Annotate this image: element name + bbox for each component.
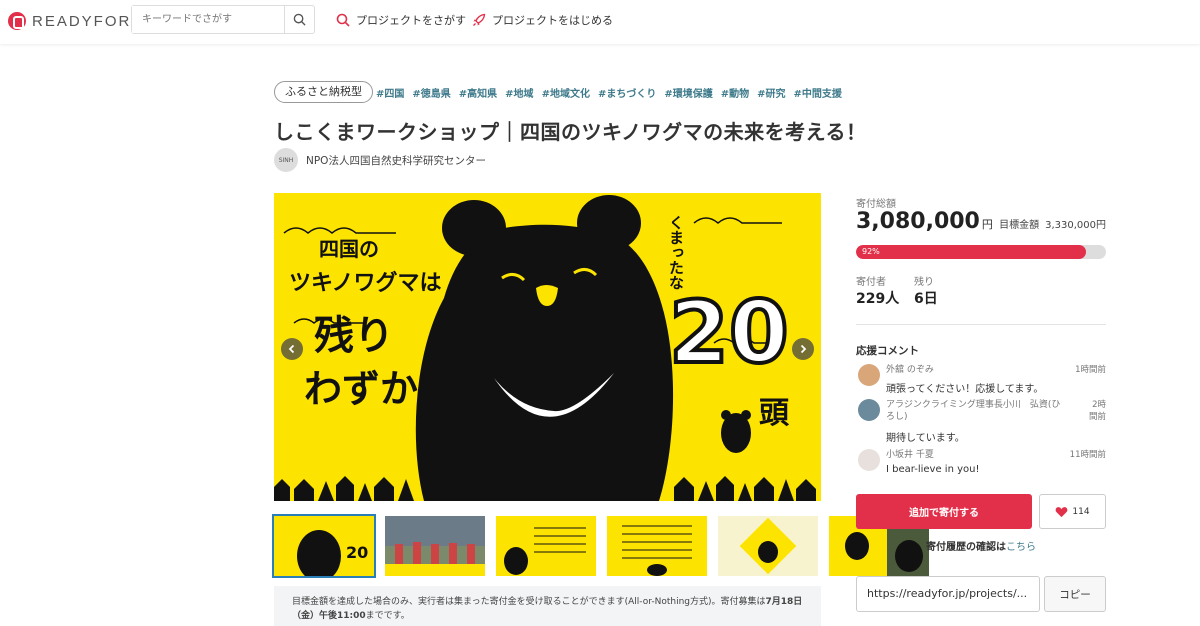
comment-author: 外舘 のぞみ bbox=[886, 365, 934, 375]
rocket-icon bbox=[473, 13, 486, 26]
comment-text: 期待しています。 bbox=[886, 433, 965, 444]
logo-text: READYFOR bbox=[32, 12, 132, 30]
chevron-left-icon bbox=[288, 344, 295, 354]
history-link[interactable]: こちら bbox=[1006, 542, 1036, 553]
supporters-value: 229人 bbox=[856, 291, 900, 307]
total-amount-row: 3,080,000 円 目標金額 3,330,000円 bbox=[856, 209, 1106, 234]
comment-item[interactable]: アラジンクライミング理事長小川 弘資(ひろし) 2時間前 期待しています。 bbox=[856, 399, 1106, 444]
comment-text: 頑張ってください！応援してます。 bbox=[886, 384, 1044, 395]
comment-item[interactable]: 小坂井 千夏 11時間前 I bear-lieve in you! bbox=[856, 449, 1106, 481]
total-amount-unit: 円 bbox=[981, 218, 993, 231]
copy-button[interactable]: コピー bbox=[1044, 576, 1106, 612]
supporters-label: 寄付者 bbox=[856, 277, 886, 288]
hero-big-number: 20 bbox=[667, 281, 791, 385]
history-label: 寄付履歴の確認は bbox=[926, 542, 1006, 553]
site-header: READYFOR プロジェクトをさがす プロジェクトをはじめる bbox=[0, 0, 1200, 44]
thumbnail-3[interactable] bbox=[496, 516, 596, 576]
progress-label: 92% bbox=[862, 247, 880, 256]
progress-track: 92% bbox=[856, 245, 1106, 259]
project-title: しこくまワークショップ｜四国のツキノワグマの未来を考える！ bbox=[274, 120, 867, 144]
thumbnail-image bbox=[739, 517, 797, 575]
hashtag-link[interactable]: #四国 bbox=[376, 85, 404, 100]
favorite-button[interactable]: 114 bbox=[1039, 494, 1106, 529]
share-url-field[interactable]: https://readyfor.jp/projects/... bbox=[856, 576, 1040, 612]
org-avatar-text: SINH bbox=[278, 156, 294, 164]
chevron-right-icon bbox=[800, 344, 807, 354]
hashtag-link[interactable]: #高知県 bbox=[459, 85, 497, 100]
hero-line-2: ツキノワグマは bbox=[289, 271, 442, 296]
progress-bar: 92% bbox=[856, 245, 1086, 259]
goal-amount-label: 目標金額 bbox=[999, 220, 1040, 231]
nav-start-project[interactable]: プロジェクトをはじめる bbox=[472, 12, 613, 28]
thumbnail-4[interactable] bbox=[607, 516, 707, 576]
search-input[interactable] bbox=[132, 6, 284, 33]
thumbnail-strip: 20 bbox=[272, 514, 929, 578]
hashtag-link[interactable]: #研究 bbox=[757, 85, 785, 100]
thumbnail-image bbox=[385, 516, 485, 576]
comments-heading: 応援コメント bbox=[856, 345, 919, 357]
goal-amount: 3,330,000円 bbox=[1045, 220, 1106, 231]
hero-image: 四国の ツキノワグマは 残り わずか くまったな 20 頭 bbox=[274, 193, 821, 501]
nav-find-label: プロジェクトをさがす bbox=[356, 14, 466, 27]
remaining-value: 6日 bbox=[914, 291, 938, 307]
thumbnail-image bbox=[622, 525, 692, 576]
hero-unit: 頭 bbox=[759, 396, 789, 431]
notice-suffix: までです。 bbox=[365, 611, 410, 621]
readyfor-logo[interactable]: READYFOR bbox=[8, 12, 131, 30]
nav-find-projects[interactable]: プロジェクトをさがす bbox=[336, 12, 466, 28]
hashtag-link[interactable]: #中間支援 bbox=[794, 85, 842, 100]
comment-item[interactable]: 外舘 のぞみ 1時間前 頑張ってください！応援してます。 bbox=[856, 364, 1106, 396]
thumbnail-image bbox=[504, 527, 586, 575]
hashtag-list: #四国 #徳島県 #高知県 #地域 #地域文化 #まちづくり #環境保護 #動物… bbox=[376, 85, 842, 100]
remaining-label: 残り bbox=[914, 277, 934, 288]
heart-icon bbox=[1056, 506, 1068, 517]
avatar bbox=[858, 449, 880, 471]
hashtag-link[interactable]: #地域文化 bbox=[542, 85, 590, 100]
furusato-tax-tag[interactable]: ふるさと納税型 bbox=[274, 81, 373, 103]
carousel-next-button[interactable] bbox=[792, 338, 814, 360]
hashtag-link[interactable]: #徳島県 bbox=[412, 85, 450, 100]
total-amount: 3,080,000 bbox=[856, 209, 980, 234]
avatar bbox=[858, 364, 880, 386]
org-avatar: SINH bbox=[274, 148, 298, 172]
hero-line-3: 残り bbox=[314, 313, 394, 359]
donation-history: 寄付履歴の確認はこちら bbox=[856, 538, 1106, 553]
all-or-nothing-notice: 目標金額を達成した場合のみ、実行者は集まった寄付金を受け取ることができます(Al… bbox=[274, 586, 821, 626]
thumbnail-5[interactable] bbox=[718, 516, 818, 576]
notice-text: 目標金額を達成した場合のみ、実行者は集まった寄付金を受け取ることができます(Al… bbox=[292, 597, 766, 607]
favorite-count: 114 bbox=[1072, 506, 1090, 517]
comment-text: I bear-lieve in you! bbox=[886, 464, 980, 475]
search-icon bbox=[293, 13, 306, 26]
avatar bbox=[858, 399, 880, 421]
organization-link[interactable]: SINH NPO法人四国自然史科学研究センター bbox=[274, 148, 486, 172]
hero-side-text: くまったな bbox=[667, 215, 685, 290]
comment-author: 小坂井 千夏 bbox=[886, 450, 934, 460]
total-amount-label: 寄付総額 bbox=[856, 199, 896, 210]
search-box bbox=[131, 5, 315, 34]
thumbnail-1[interactable]: 20 bbox=[272, 514, 376, 578]
donate-button[interactable]: 追加で寄付する bbox=[856, 494, 1032, 529]
search-button[interactable] bbox=[284, 6, 314, 33]
hero-line-1: 四国の bbox=[319, 237, 379, 261]
hashtag-link[interactable]: #地域 bbox=[505, 85, 533, 100]
hashtag-link[interactable]: #まちづくり bbox=[598, 85, 656, 100]
search-icon bbox=[336, 13, 350, 27]
logo-mark-icon bbox=[8, 12, 26, 30]
comment-author: アラジンクライミング理事長小川 弘資(ひろし) bbox=[886, 400, 1061, 422]
org-name: NPO法人四国自然史科学研究センター bbox=[306, 154, 486, 167]
carousel-prev-button[interactable] bbox=[281, 338, 303, 360]
divider bbox=[856, 324, 1106, 325]
hashtag-link[interactable]: #動物 bbox=[721, 85, 749, 100]
thumbnail-image: 20 bbox=[297, 530, 368, 576]
comment-time: 1時間前 bbox=[1075, 365, 1106, 375]
comment-time: 11時間前 bbox=[1069, 450, 1106, 460]
hashtag-link[interactable]: #環境保護 bbox=[664, 85, 712, 100]
thumbnail-2[interactable] bbox=[385, 516, 485, 576]
nav-start-label: プロジェクトをはじめる bbox=[492, 14, 613, 27]
hero-line-4: わずか bbox=[304, 367, 419, 411]
svg-text:20: 20 bbox=[346, 543, 368, 562]
comment-time: 2時間前 bbox=[1088, 400, 1106, 422]
